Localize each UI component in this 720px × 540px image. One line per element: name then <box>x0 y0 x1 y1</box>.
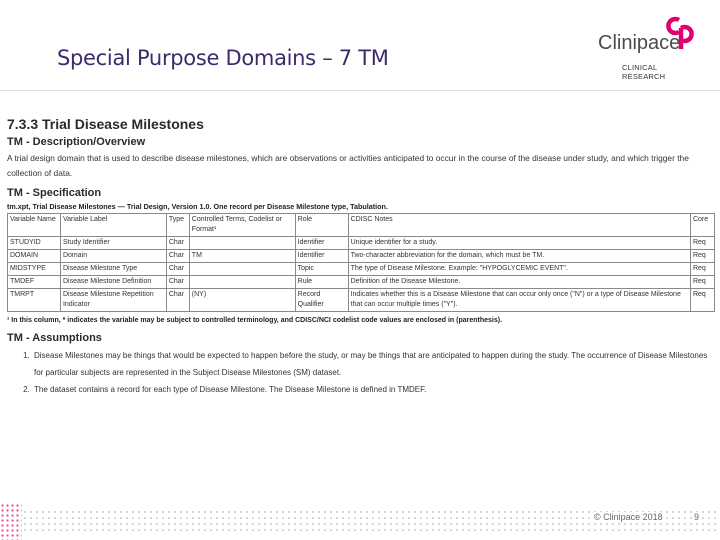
specification-table: Variable Name Variable Label Type Contro… <box>7 213 716 312</box>
description-heading: TM - Description/Overview <box>7 136 146 148</box>
table-cell: Identifier <box>294 236 349 250</box>
section-heading: 7.3.3 Trial Disease Milestones <box>7 116 204 132</box>
table-cell: Unique identifier for a study. <box>347 236 691 250</box>
table-cell: The type of Disease Milestone. Example: … <box>347 262 691 276</box>
assumption-item: Disease Milestones may be things that wo… <box>32 347 715 381</box>
table-cell: Topic <box>294 262 349 276</box>
table-cell: DOMAIN <box>7 249 61 263</box>
table-cell: Disease Milestone Type <box>59 262 167 276</box>
header-cell: Variable Name <box>7 213 61 237</box>
table-cell: Domain <box>59 249 167 263</box>
pink-dot-pattern <box>0 503 22 540</box>
assumptions-heading: TM - Assumptions <box>7 332 102 344</box>
table-caption: tm.xpt, Trial Disease Milestones — Trial… <box>7 202 388 211</box>
table-cell: Char <box>165 275 190 289</box>
table-cell: Char <box>165 249 190 263</box>
table-cell: Rule <box>294 275 349 289</box>
table-cell: Study Identifier <box>59 236 167 250</box>
table-row: DOMAIN Domain Char TM Identifier Two-cha… <box>7 249 716 263</box>
table-cell: Definition of the Disease Milestone. <box>347 275 691 289</box>
footer-copyright: © Clinipace 2018 <box>592 512 665 522</box>
content-area: 7.3.3 Trial Disease Milestones TM - Desc… <box>7 116 716 398</box>
table-cell: Disease Milestone Definition <box>59 275 167 289</box>
table-row: STUDYID Study Identifier Char Identifier… <box>7 236 716 250</box>
table-cell <box>188 275 296 289</box>
table-cell: Req <box>689 275 716 289</box>
specification-heading: TM - Specification <box>7 187 102 199</box>
assumptions-list: Disease Milestones may be things that wo… <box>7 347 715 398</box>
table-cell: Indicates whether this is a Disease Mile… <box>347 288 691 312</box>
logo-mark-icon <box>666 16 694 49</box>
table-cell: (NY) <box>188 288 296 312</box>
table-cell: Req <box>689 288 716 312</box>
header-cell: Core <box>689 213 716 237</box>
table-row: TMDEF Disease Milestone Definition Char … <box>7 275 716 289</box>
table-cell: Identifier <box>294 249 349 263</box>
table-cell: Req <box>689 262 716 276</box>
header-cell: Type <box>165 213 190 237</box>
table-cell: Char <box>165 288 190 312</box>
header-cell: Variable Label <box>59 213 167 237</box>
description-text: A trial design domain that is used to de… <box>7 153 689 178</box>
clinipace-logo: Clinipace CLINICAL RESEARCH <box>598 16 698 81</box>
table-row: TMRPT Disease Milestone Repetition Indic… <box>7 288 716 312</box>
slide-title: Special Purpose Domains – 7 TM <box>57 46 389 70</box>
table-cell: MIDSTYPE <box>7 262 61 276</box>
table-cell <box>188 236 296 250</box>
table-cell: TM <box>188 249 296 263</box>
page-number: 9 <box>692 512 702 522</box>
table-cell: Record Qualifier <box>294 288 349 312</box>
table-cell: Char <box>165 236 190 250</box>
logo-tagline: CLINICAL RESEARCH <box>622 63 666 81</box>
table-cell: Two-character abbreviation for the domai… <box>347 249 691 263</box>
header-cell: Role <box>294 213 349 237</box>
table-cell <box>188 262 296 276</box>
table-cell: Req <box>689 249 716 263</box>
header-cell: CDISC Notes <box>347 213 691 237</box>
table-cell: TMDEF <box>7 275 61 289</box>
table-row: MIDSTYPE Disease Milestone Type Char Top… <box>7 262 716 276</box>
header-cell: Controlled Terms, Codelist or Format¹ <box>188 213 296 237</box>
table-footnote: ¹ In this column, * indicates the variab… <box>7 317 503 324</box>
table-cell: Disease Milestone Repetition Indicator <box>59 288 167 312</box>
table-cell: Req <box>689 236 716 250</box>
assumption-item: The dataset contains a record for each t… <box>32 381 715 398</box>
table-cell: TMRPT <box>7 288 61 312</box>
table-cell: Char <box>165 262 190 276</box>
table-cell: STUDYID <box>7 236 61 250</box>
header-divider <box>0 90 720 91</box>
table-header-row: Variable Name Variable Label Type Contro… <box>7 213 716 237</box>
